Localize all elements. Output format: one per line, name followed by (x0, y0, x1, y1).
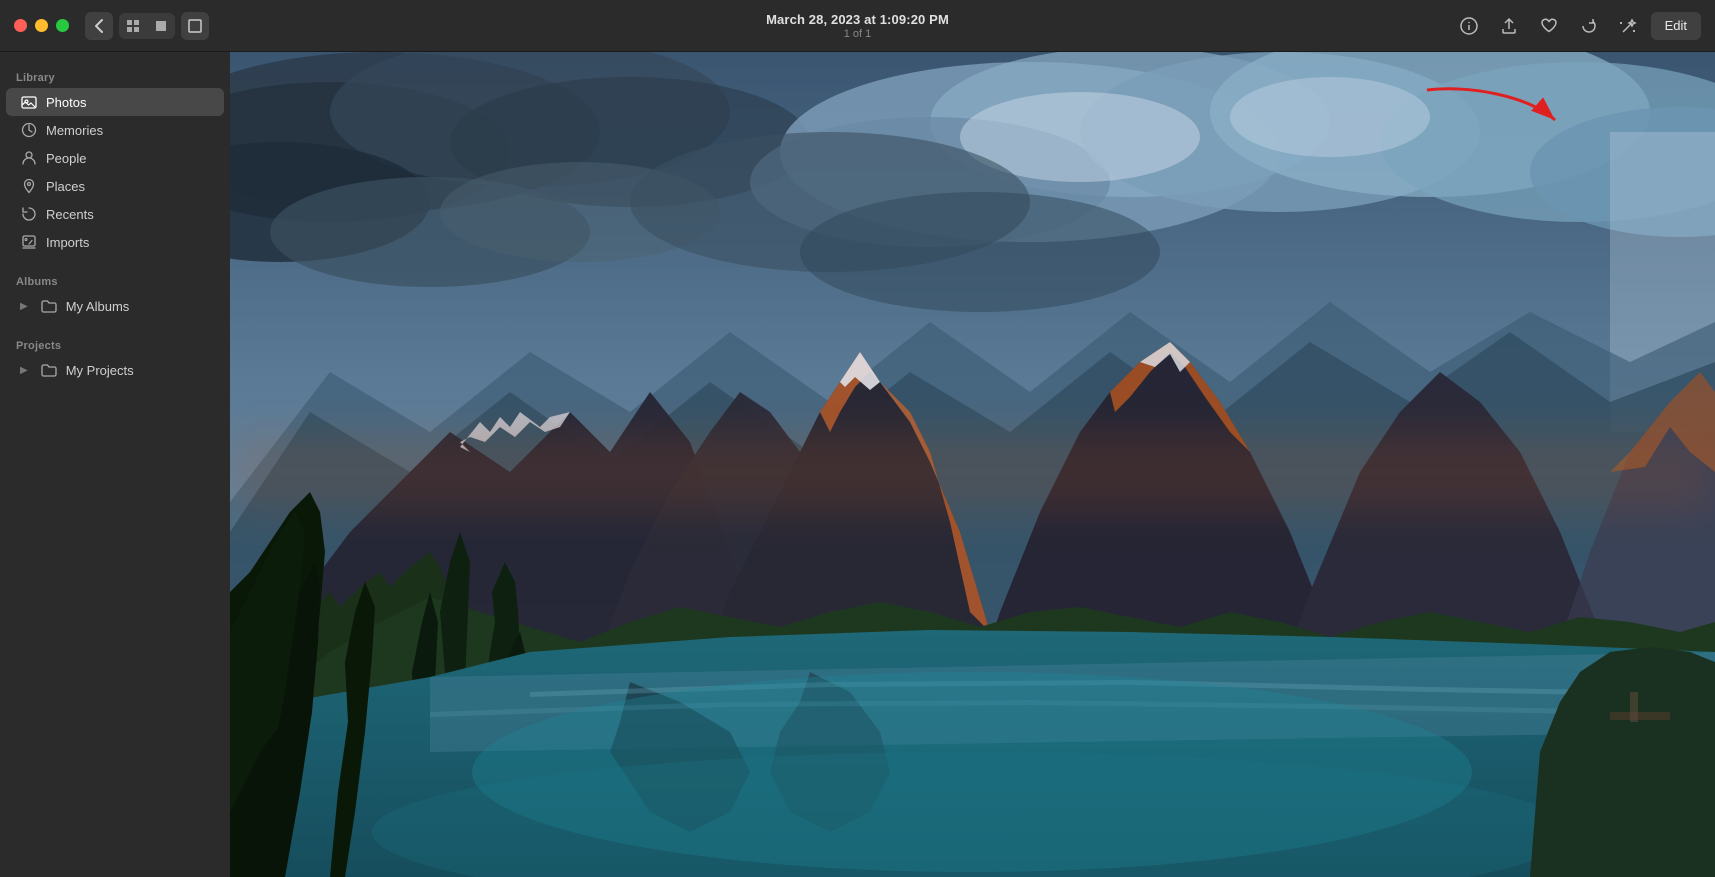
sidebar-item-recents[interactable]: Recents (6, 200, 224, 228)
my-albums-label: My Albums (66, 299, 130, 314)
single-view-button[interactable] (147, 13, 175, 39)
share-button[interactable] (1491, 10, 1527, 42)
photos-icon (20, 93, 38, 111)
photo-scene (230, 52, 1715, 877)
albums-section-label: Albums (0, 268, 230, 292)
rotate-button[interactable] (1571, 10, 1607, 42)
photos-label: Photos (46, 95, 86, 110)
projects-folder-icon (40, 361, 58, 379)
titlebar-left (14, 12, 209, 40)
close-button[interactable] (14, 19, 27, 32)
fullscreen-button[interactable] (181, 12, 209, 40)
expand-projects-icon: ▶ (20, 365, 28, 376)
info-button[interactable] (1451, 10, 1487, 42)
sidebar-item-memories[interactable]: Memories (6, 116, 224, 144)
sidebar-item-my-projects[interactable]: ▶ My Projects (6, 356, 224, 384)
projects-section-label: Projects (0, 332, 230, 356)
favorite-button[interactable] (1531, 10, 1567, 42)
library-section-label: Library (0, 64, 230, 88)
edit-button[interactable]: Edit (1651, 12, 1701, 40)
sidebar-item-places[interactable]: Places (6, 172, 224, 200)
expand-icon: ▶ (20, 301, 28, 312)
sidebar-item-imports[interactable]: Imports (6, 228, 224, 256)
memories-icon (20, 121, 38, 139)
people-label: People (46, 151, 86, 166)
view-toggle (119, 13, 175, 39)
back-button[interactable] (85, 12, 113, 40)
magic-wand-button[interactable] (1611, 10, 1647, 42)
traffic-lights (14, 19, 69, 32)
memories-label: Memories (46, 123, 103, 138)
places-label: Places (46, 179, 85, 194)
photo-count: 1 of 1 (766, 28, 949, 40)
titlebar: March 28, 2023 at 1:09:20 PM 1 of 1 (0, 0, 1715, 52)
maximize-button[interactable] (56, 19, 69, 32)
sidebar: Library Photos Memories (0, 52, 230, 877)
sidebar-item-people[interactable]: People (6, 144, 224, 172)
grid-view-button[interactable] (119, 13, 147, 39)
main-area: Library Photos Memories (0, 52, 1715, 877)
sidebar-item-my-albums[interactable]: ▶ My Albums (6, 292, 224, 320)
titlebar-right: Edit (1451, 10, 1701, 42)
places-icon (20, 177, 38, 195)
photo-content (230, 52, 1715, 877)
titlebar-center: March 28, 2023 at 1:09:20 PM 1 of 1 (766, 12, 949, 40)
titlebar-nav (85, 12, 209, 40)
imports-label: Imports (46, 235, 89, 250)
recents-icon (20, 205, 38, 223)
albums-folder-icon (40, 297, 58, 315)
people-icon (20, 149, 38, 167)
sidebar-item-photos[interactable]: Photos (6, 88, 224, 116)
my-projects-label: My Projects (66, 363, 134, 378)
recents-label: Recents (46, 207, 94, 222)
imports-icon (20, 233, 38, 251)
photo-date-title: March 28, 2023 at 1:09:20 PM (766, 12, 949, 27)
minimize-button[interactable] (35, 19, 48, 32)
